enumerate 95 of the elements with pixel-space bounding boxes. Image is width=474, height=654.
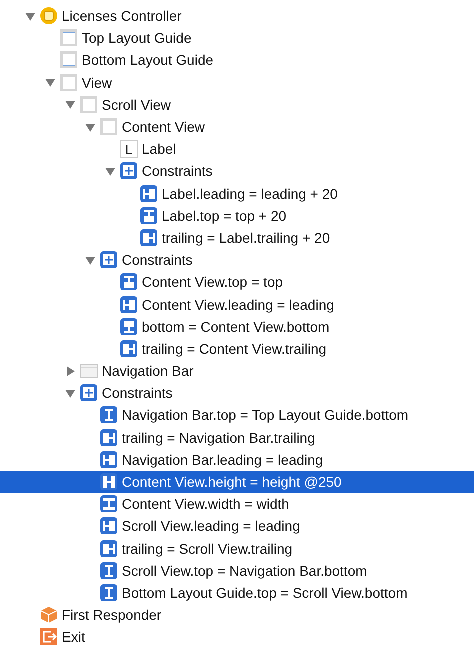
- tree-row[interactable]: Constraints: [0, 160, 474, 182]
- constraint-icon: [120, 273, 138, 292]
- tree-item-label: Constraints: [122, 252, 193, 268]
- tree-item-label: Licenses Controller: [62, 8, 182, 24]
- tree-item-label: Scroll View.leading = leading: [122, 518, 300, 534]
- tree-item-label: Constraints: [102, 385, 173, 402]
- tree-row[interactable]: Content View.top = top: [0, 271, 474, 294]
- disclosure-triangle-icon[interactable]: [84, 122, 96, 133]
- constraint-icon: [100, 450, 118, 469]
- tree-row[interactable]: Top Layout Guide: [0, 27, 474, 50]
- tree-row[interactable]: View: [0, 72, 474, 94]
- constraints-icon: [100, 251, 118, 270]
- disclosure-triangle-icon[interactable]: [44, 77, 56, 88]
- tree-item-label: Constraints: [142, 163, 213, 180]
- tree-row[interactable]: Label.top = top + 20: [0, 204, 474, 227]
- tree-row[interactable]: Navigation Bar.top = Top Layout Guide.bottom: [0, 404, 474, 427]
- constraint-icon: [100, 540, 118, 558]
- disclosure-triangle-icon[interactable]: [64, 388, 76, 399]
- tree-row[interactable]: trailing = Content View.trailing: [0, 338, 474, 360]
- tree-item-label: trailing = Scroll View.trailing: [122, 540, 293, 557]
- constraint-icon: [100, 495, 118, 514]
- tree-item-label: Navigation Bar.leading = leading: [122, 452, 324, 468]
- tree-item-label: View: [82, 74, 112, 91]
- constraints-icon: [120, 162, 138, 180]
- tree-row[interactable]: Content View.width = width: [0, 493, 474, 516]
- tree-row[interactable]: trailing = Scroll View.trailing: [0, 538, 474, 560]
- tree-row[interactable]: bottom = Content View.bottom: [0, 316, 474, 338]
- disclosure-triangle-icon[interactable]: [64, 99, 76, 110]
- tree-item-label: Label: [142, 141, 176, 158]
- tree-item-label: Content View.height = height @250: [122, 474, 342, 490]
- constraint-icon: [120, 340, 138, 358]
- tree-row[interactable]: Constraints: [0, 249, 474, 272]
- layout-guide-icon: [60, 51, 78, 70]
- constraint-icon: [100, 428, 118, 447]
- tree-item-label: trailing = Label.trailing + 20: [162, 230, 330, 246]
- tree-row[interactable]: Scroll View.leading = leading: [0, 515, 474, 538]
- tree-item-label: Bottom Layout Guide.top = Scroll View.bottom: [122, 584, 408, 601]
- controller-icon: [40, 7, 58, 26]
- tree-item-label: Navigation Bar: [102, 363, 194, 380]
- tree-item-label: Content View.leading = leading: [142, 296, 334, 313]
- cube-icon: [40, 606, 58, 624]
- disclosure-triangle-icon[interactable]: [64, 366, 76, 377]
- exit-icon: [40, 628, 58, 646]
- tree-row[interactable]: Navigation Bar.leading = leading: [0, 448, 474, 471]
- tree-row[interactable]: Label.leading = leading + 20: [0, 182, 474, 205]
- tree-row[interactable]: Content View.height = height @250: [0, 470, 474, 494]
- tree-item-label: Content View: [122, 119, 206, 136]
- tree-row[interactable]: Scroll View: [0, 94, 474, 116]
- view-icon: [80, 96, 98, 114]
- tree-item-label: First Responder: [62, 607, 162, 624]
- tree-item-label: Top Layout Guide: [82, 30, 192, 46]
- tree-row[interactable]: Exit: [0, 626, 474, 648]
- tree-item-label: Label.leading = leading + 20: [162, 186, 338, 202]
- constraint-icon: [100, 584, 118, 602]
- view-icon: [60, 74, 78, 92]
- constraint-icon: [100, 517, 118, 536]
- tree-row[interactable]: Licenses Controller: [0, 5, 474, 28]
- tree-row[interactable]: Content View: [0, 116, 474, 138]
- tree-item-label: Exit: [62, 629, 86, 646]
- tree-row[interactable]: Content View.leading = leading: [0, 293, 474, 316]
- constraint-icon: [100, 562, 118, 580]
- layout-guide-icon: [60, 29, 78, 48]
- tree-row[interactable]: Scroll View.top = Navigation Bar.bottom: [0, 560, 474, 582]
- disclosure-triangle-icon[interactable]: [84, 254, 96, 266]
- tree-row[interactable]: L Label: [0, 138, 474, 160]
- tree-item-label: Scroll View.top = Navigation Bar.bottom: [122, 562, 368, 579]
- tree-row[interactable]: Navigation Bar: [0, 360, 474, 382]
- constraint-icon: [140, 184, 158, 203]
- constraints-icon: [80, 384, 98, 402]
- constraint-icon: [120, 296, 138, 314]
- tree-row[interactable]: First Responder: [0, 604, 474, 626]
- constraint-icon: [140, 228, 158, 247]
- constraint-icon: [100, 406, 118, 424]
- constraint-icon: [140, 206, 158, 225]
- tree-item-label: trailing = Navigation Bar.trailing: [122, 430, 316, 446]
- tree-row[interactable]: trailing = Label.trailing + 20: [0, 226, 474, 250]
- constraint-icon: [100, 473, 118, 492]
- tree-item-label: Content View.top = top: [142, 274, 284, 290]
- tree-row[interactable]: Constraints: [0, 382, 474, 404]
- tree-row[interactable]: Bottom Layout Guide.top = Scroll View.bottom: [0, 582, 474, 604]
- tree-item-label: Content View.width = width: [122, 496, 290, 512]
- tree-item-label: Scroll View: [102, 96, 171, 113]
- tree-item-label: Label.top = top + 20: [162, 208, 287, 224]
- constraint-icon: [120, 318, 138, 336]
- disclosure-triangle-icon[interactable]: [24, 10, 36, 22]
- tree-item-label: bottom = Content View.bottom: [142, 318, 330, 335]
- tree-row[interactable]: trailing = Navigation Bar.trailing: [0, 426, 474, 449]
- tree-item-label: Navigation Bar.top = Top Layout Guide.bottom: [122, 407, 409, 424]
- tree-item-label: trailing = Content View.trailing: [142, 340, 327, 357]
- disclosure-triangle-icon[interactable]: [104, 166, 116, 177]
- view-icon: [100, 118, 118, 136]
- tree-item-label: Bottom Layout Guide: [82, 52, 214, 68]
- tree-row[interactable]: Bottom Layout Guide: [0, 49, 474, 72]
- label-icon: L: [120, 140, 138, 158]
- navigation-bar-icon: [80, 362, 98, 380]
